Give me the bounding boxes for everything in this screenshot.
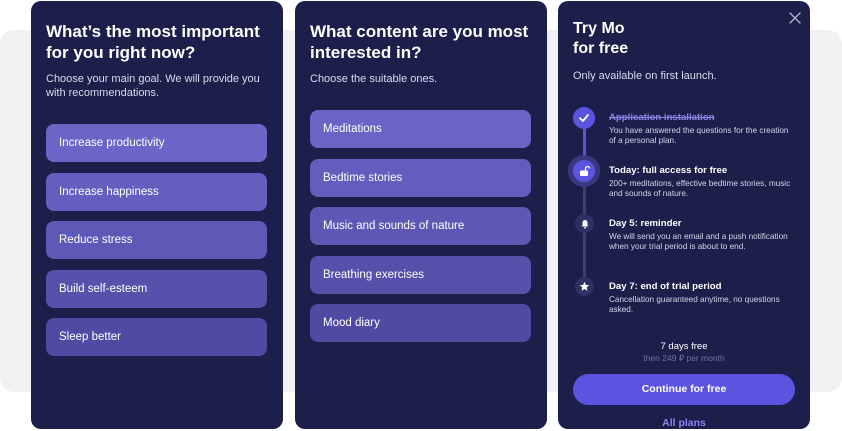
step-title: Application installation	[609, 112, 715, 123]
trial-title: Try Mo for free	[573, 19, 803, 59]
goal-option-build-self-esteem[interactable]: Build self-esteem	[46, 269, 267, 308]
star-icon	[575, 277, 594, 296]
goal-option-increase-productivity[interactable]: Increase productivity	[46, 124, 267, 162]
bell-icon	[575, 214, 594, 233]
step-desc: We will send you an email and a push not…	[609, 232, 788, 252]
all-plans-link[interactable]: All plans	[558, 417, 810, 429]
unlock-icon-halo	[568, 155, 600, 187]
content-options: Meditations Bedtime stories Music and so…	[310, 110, 532, 353]
step-desc: You have answered the questions for the …	[609, 126, 789, 146]
step-title: Today: full access for free	[609, 165, 728, 176]
step-reminder: Day 5: reminder We will send you an emai…	[609, 218, 797, 253]
content-option-breathing-exercises[interactable]: Breathing exercises	[310, 255, 531, 294]
trial-price-label: then 249 ₽ per month	[643, 353, 725, 363]
content-option-music-and-sounds[interactable]: Music and sounds of nature	[310, 207, 531, 246]
step-title: Day 7: end of trial period	[609, 281, 722, 292]
step-today: Today: full access for free 200+ meditat…	[609, 165, 797, 200]
trial-screen: Try Mo for free Only available on first …	[558, 1, 810, 429]
step-installation: Application installation You have answer…	[609, 112, 797, 147]
unlock-icon	[573, 160, 595, 182]
goal-option-sleep-better[interactable]: Sleep better	[46, 318, 267, 357]
step-desc: Cancellation guaranteed anytime, no ques…	[609, 295, 780, 315]
trial-subtitle: Only available on first launch.	[573, 70, 717, 82]
goal-options: Increase productivity Increase happiness…	[46, 124, 268, 367]
goal-option-increase-happiness[interactable]: Increase happiness	[46, 172, 267, 211]
goal-subtitle: Choose your main goal. We will provide y…	[46, 73, 260, 99]
check-icon	[573, 107, 595, 129]
content-screen: What content are you most interested in?…	[295, 1, 547, 429]
step-title: Day 5: reminder	[609, 218, 682, 229]
content-title: What content are you most interested in?	[310, 22, 529, 62]
step-end-of-trial: Day 7: end of trial period Cancellation …	[609, 281, 797, 316]
trial-title-line2: for free	[573, 40, 629, 57]
trial-length-label: 7 days free	[660, 341, 708, 352]
continue-for-free-button[interactable]: Continue for free	[573, 374, 795, 405]
goal-screen: What’s the most important for you right …	[31, 1, 283, 429]
trial-title-line1: Try Mo	[573, 20, 625, 37]
step-desc: 200+ meditations, effective bedtime stor…	[609, 179, 791, 199]
goal-title: What’s the most important for you right …	[46, 22, 260, 62]
content-option-mood-diary[interactable]: Mood diary	[310, 304, 531, 343]
content-subtitle: Choose the suitable ones.	[310, 73, 438, 85]
content-option-bedtime-stories[interactable]: Bedtime stories	[310, 158, 531, 197]
goal-option-reduce-stress[interactable]: Reduce stress	[46, 221, 267, 260]
content-option-meditations[interactable]: Meditations	[310, 110, 531, 148]
